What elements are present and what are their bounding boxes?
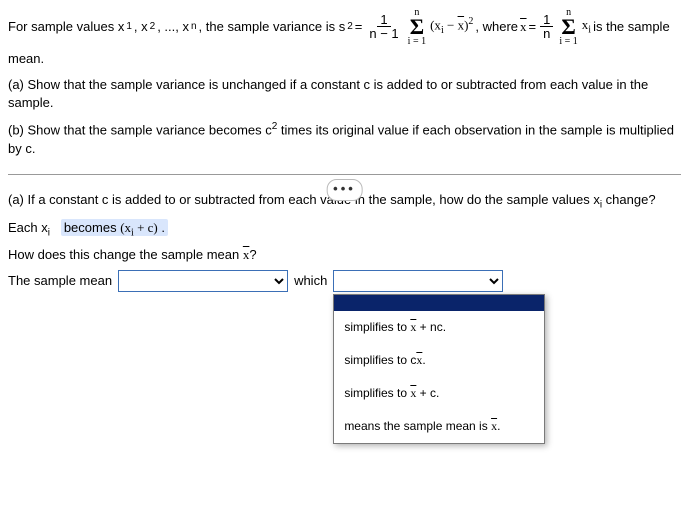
sigma-icon: Σ [410,17,424,37]
sub: i [48,227,50,238]
t: How does this change the sample mean [8,247,243,262]
t: . [422,353,425,367]
t: ? [249,247,256,262]
answer-row: The sample mean which simplifies to x + … [8,270,681,292]
t: + c. [416,386,439,400]
label-which: which [294,272,327,290]
sup: 2 [468,16,473,27]
text: is the sample [593,18,670,36]
sub: i [588,25,591,36]
t: − [444,18,458,33]
part-b-text: (b) Show that the sample variance become… [8,120,681,158]
text: = [355,18,363,36]
question-mean-change: How does this change the sample mean x? [8,246,681,264]
dropdown-2[interactable] [333,270,503,292]
summation: nΣi = 1 [408,8,426,46]
text: = [529,18,537,36]
t: becomes [64,220,120,235]
t: (a) If a constant c is added to or subtr… [8,192,600,207]
problem-statement-line1: For sample values x1, x2, ..., xn, the s… [8,8,681,46]
part-a-text: (a) Show that the sample variance is unc… [8,76,681,112]
t: simplifies to [344,320,410,334]
text: , the sample variance is s [199,18,346,36]
sum-body: xi [582,16,591,38]
dropdown-1[interactable] [118,270,288,292]
expand-button[interactable]: ••• [326,179,363,201]
sub: 1 [126,20,132,34]
fraction: 1n − 1 [366,13,401,40]
text: , where [475,18,518,36]
t: (x [120,220,131,235]
sub: 2 [150,20,156,34]
t: . [158,220,165,235]
dropdown-option[interactable]: simplifies to x + nc. [334,311,544,344]
sub: n [191,20,197,34]
numerator: 1 [540,13,553,27]
t: + nc. [416,320,446,334]
problem-statement-line2: mean. [8,50,681,68]
sigma-icon: Σ [561,17,575,37]
t: simplifies to c [344,353,416,367]
numerator: 1 [377,13,390,27]
label-sample-mean: The sample mean [8,272,112,290]
xbar: x [520,18,527,36]
dropdown-option[interactable]: simplifies to cx. [334,344,544,377]
section-divider [8,174,681,175]
dropdown-option[interactable]: means the sample mean is x. [334,410,544,443]
dropdown-option-blank[interactable] [334,295,544,311]
answer-each-xi: Each xi becomes (xi + c) . [8,219,681,241]
sum-bottom: i = 1 [559,37,577,46]
sum-body: (xi − x)2 [430,15,473,38]
denominator: n − 1 [366,27,401,40]
fraction: 1n [540,13,553,40]
text: , ..., x [157,18,189,36]
text: For sample values x [8,18,124,36]
summation: nΣi = 1 [559,8,577,46]
sum-bottom: i = 1 [408,37,426,46]
t: means the sample mean is [344,419,491,433]
t: (x [430,18,441,33]
denominator: n [540,27,553,40]
t: change? [602,192,656,207]
expr: (xi + c) [120,220,158,235]
t: Each x [8,220,48,235]
t: . [497,419,500,433]
sup: 2 [347,20,353,34]
text: , x [134,18,148,36]
t: + c) [134,220,158,235]
dropdown-2-list: simplifies to x + nc. simplifies to cx. … [333,294,545,443]
selected-answer-highlight: becomes (xi + c) . [61,219,168,236]
dropdown-option[interactable]: simplifies to x + c. [334,377,544,410]
t: simplifies to [344,386,410,400]
t: (b) Show that the sample variance become… [8,123,272,138]
